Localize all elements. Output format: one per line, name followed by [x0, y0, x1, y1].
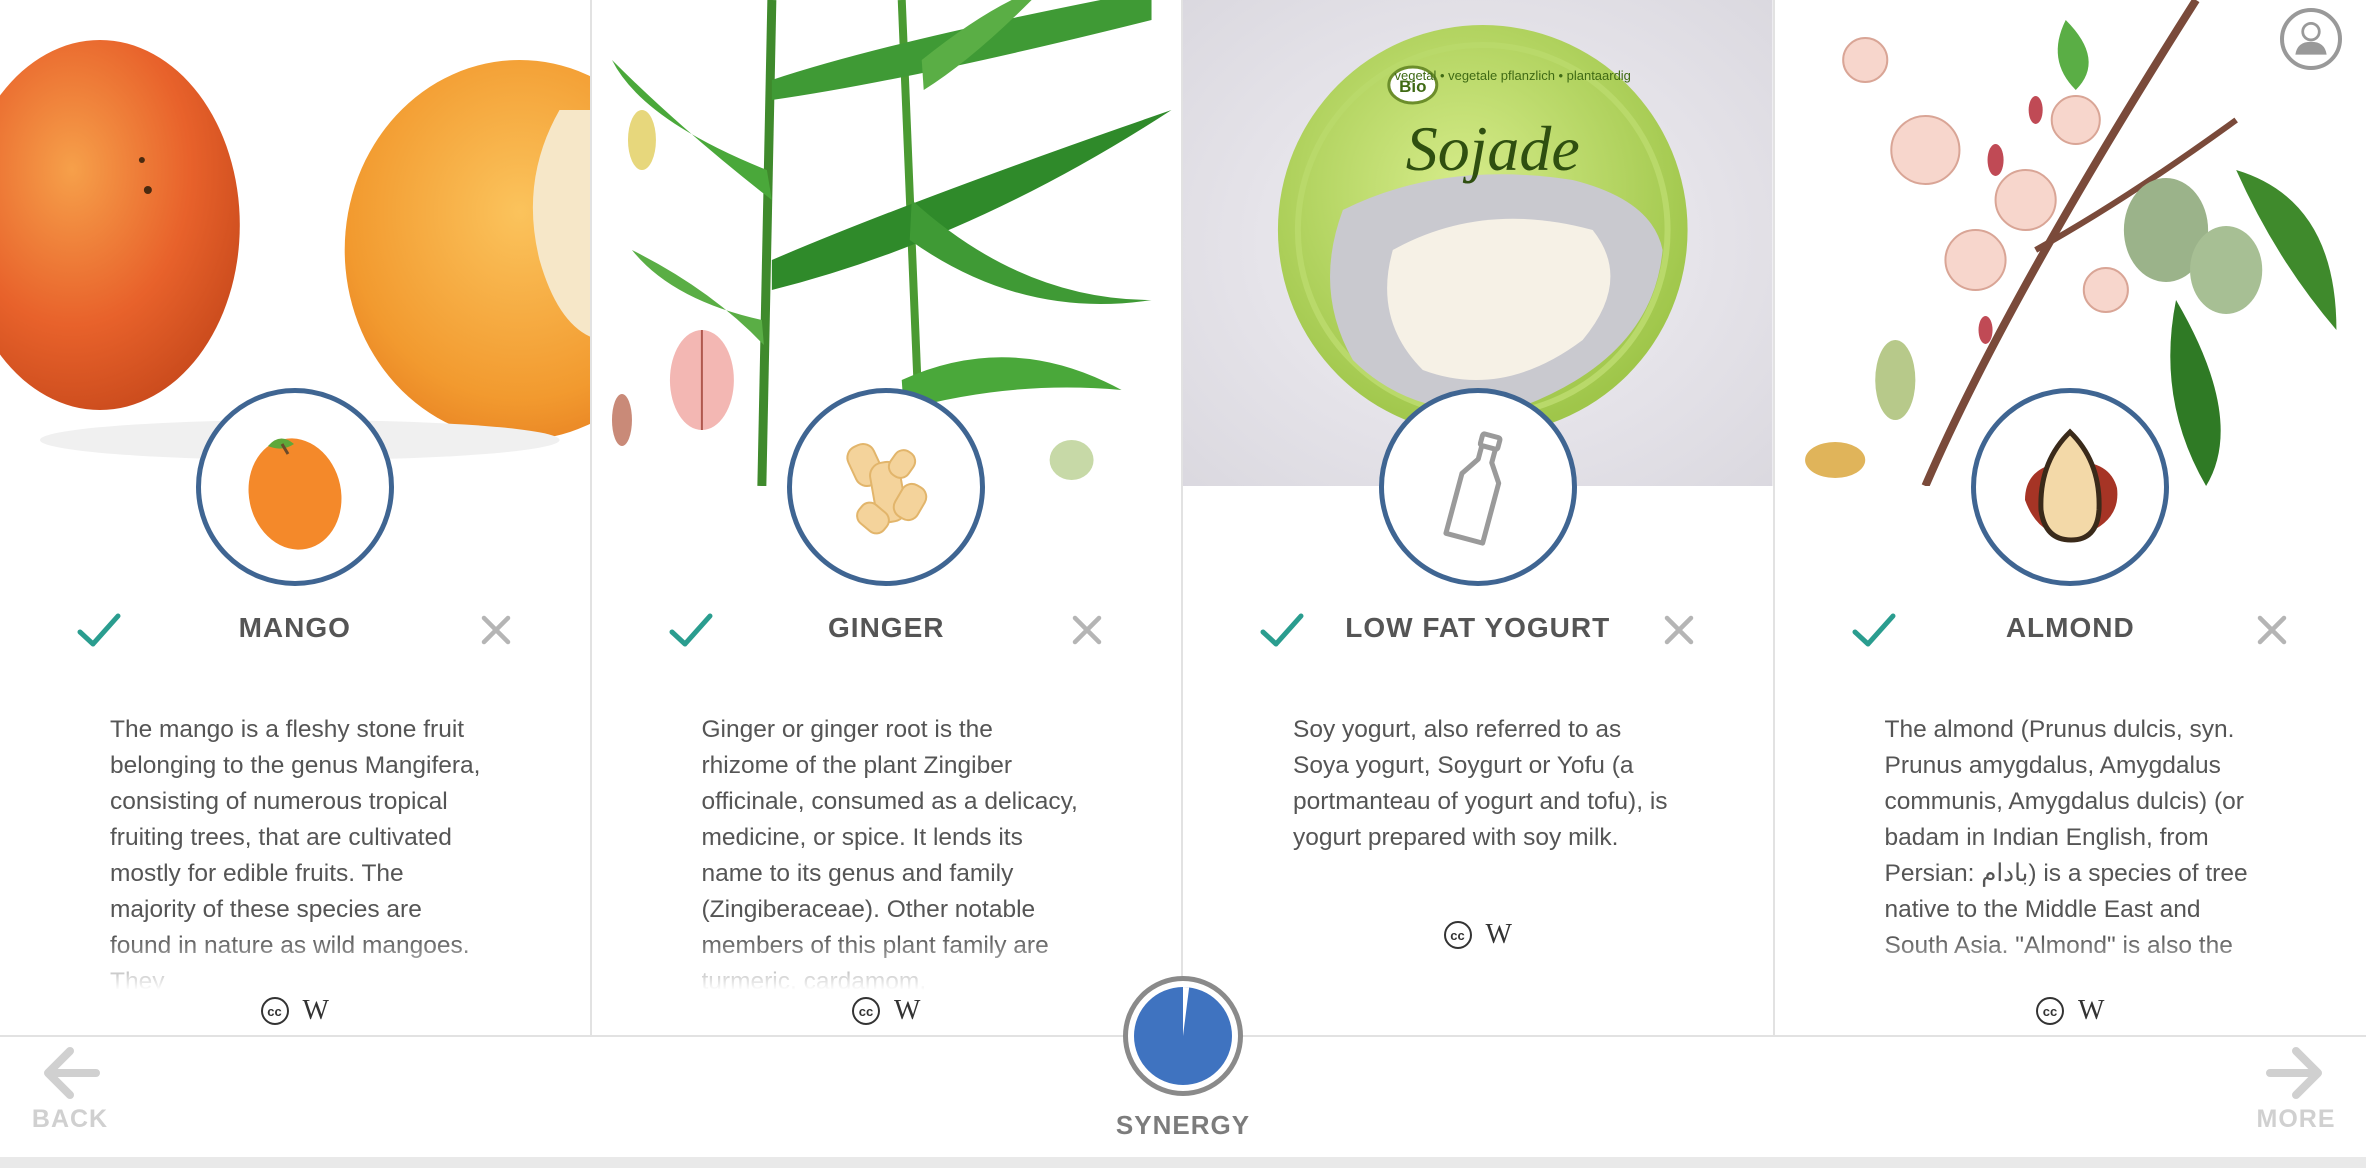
- wikipedia-icon[interactable]: W: [303, 995, 329, 1027]
- wikipedia-icon[interactable]: W: [2078, 995, 2104, 1027]
- ingredient-card-almond[interactable]: ALMOND The almond (Prunus dulcis, syn. P…: [1774, 0, 2366, 1035]
- reject-close-icon[interactable]: [1069, 612, 1105, 648]
- ingredient-title: LOW FAT YOGURT: [1345, 612, 1611, 643]
- creative-commons-icon[interactable]: cc: [1443, 921, 1472, 949]
- user-profile-button[interactable]: [2280, 8, 2342, 70]
- ingredient-description: The mango is a fleshy stone fruit belong…: [110, 712, 490, 996]
- ginger-icon: [846, 442, 928, 535]
- ginger-badge: [787, 388, 986, 586]
- ingredient-title: GINGER: [828, 612, 945, 643]
- footer-strip: [0, 1157, 2366, 1168]
- synergy-label: SYNERGY: [1115, 1110, 1251, 1140]
- almond-badge: [1971, 388, 2170, 586]
- more-button[interactable]: MORE: [2236, 1045, 2356, 1145]
- ingredient-card-mango[interactable]: MANGO The mango is a fleshy stone fruit …: [0, 0, 592, 1035]
- accept-check-icon[interactable]: [76, 610, 122, 650]
- svg-text:Sojade: Sojade: [1406, 113, 1580, 184]
- reject-close-icon[interactable]: [1661, 612, 1697, 648]
- wikipedia-icon[interactable]: W: [894, 995, 920, 1027]
- creative-commons-icon[interactable]: cc: [260, 997, 289, 1025]
- arrow-right-icon: [2266, 1047, 2322, 1099]
- ingredient-description: Ginger or ginger root is the rhizome of …: [701, 712, 1081, 996]
- more-label: MORE: [2256, 1105, 2336, 1133]
- milk-bottle-icon: [1443, 431, 1503, 546]
- accept-check-icon[interactable]: [668, 610, 714, 650]
- arrow-left-icon: [44, 1047, 100, 1099]
- synergy-dial: [1134, 987, 1232, 1085]
- reject-close-icon[interactable]: [2254, 612, 2290, 648]
- ingredient-title: ALMOND: [2005, 612, 2135, 643]
- ingredient-description: The almond (Prunus dulcis, syn. Prunus a…: [1884, 712, 2266, 996]
- low-fat-yogurt-badge: [1378, 388, 1577, 586]
- accept-check-icon[interactable]: [1259, 610, 1305, 650]
- svg-text:vegetal • vegetale pflanzlich: vegetal • vegetale pflanzlich • plantaar…: [1395, 68, 1631, 83]
- attribution: cc W: [592, 995, 1182, 1027]
- mango-icon: [248, 438, 342, 550]
- ingredient-title: MANGO: [238, 612, 351, 643]
- creative-commons-icon[interactable]: cc: [2036, 997, 2065, 1025]
- attribution: cc W: [1183, 919, 1773, 951]
- wikipedia-icon[interactable]: W: [1486, 919, 1512, 951]
- ingredient-description: Soy yogurt, also referred to as Soya yog…: [1293, 716, 1668, 851]
- accept-check-icon[interactable]: [1851, 610, 1897, 650]
- mango-badge: [195, 388, 394, 586]
- creative-commons-icon[interactable]: cc: [852, 997, 881, 1025]
- reject-close-icon[interactable]: [478, 612, 514, 648]
- synergy-meter[interactable]: [1123, 976, 1243, 1096]
- attribution: cc W: [1775, 995, 2366, 1027]
- ingredient-card-ginger[interactable]: GINGER Ginger or ginger root is the rhiz…: [591, 0, 1183, 1035]
- attribution: cc W: [0, 995, 590, 1027]
- almond-icon: [2025, 428, 2118, 543]
- ingredient-card-low-fat-yogurt[interactable]: Bio Sojade vegetal • vegetale pflanzlich…: [1183, 0, 1775, 1035]
- user-icon: [2295, 21, 2327, 55]
- ingredient-cards: MANGO The mango is a fleshy stone fruit …: [0, 0, 2366, 1035]
- synergy-level-marker: [1183, 987, 1190, 1036]
